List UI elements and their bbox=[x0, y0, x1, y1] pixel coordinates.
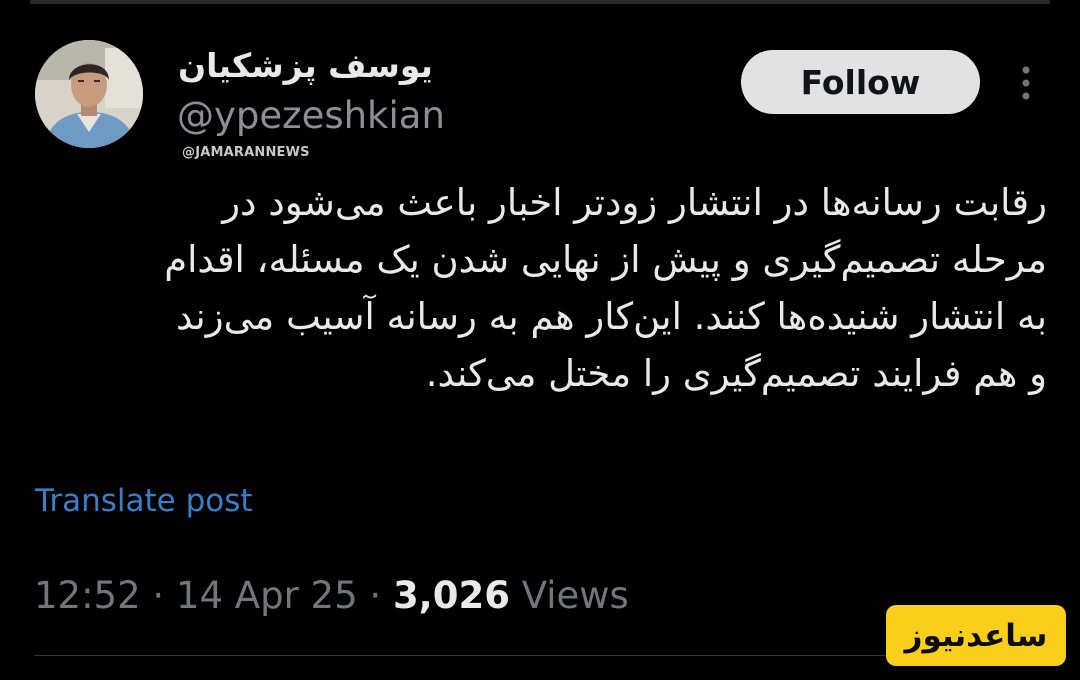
tweet-line: مرحله تصمیم‌گیری و پیش از نهایی شدن یک م… bbox=[164, 238, 1047, 281]
author-handle[interactable]: @ypezeshkian bbox=[177, 94, 445, 137]
news-logo-badge: ساعدنیوز bbox=[886, 605, 1066, 666]
avatar[interactable] bbox=[35, 40, 143, 148]
meta-separator: · bbox=[152, 574, 165, 617]
tweet-line: رقابت رسانه‌ها در انتشار زودتر اخبار باع… bbox=[222, 181, 1047, 224]
tweet-time[interactable]: 12:52 bbox=[34, 574, 141, 617]
more-vertical-icon[interactable] bbox=[1014, 64, 1038, 102]
tweet-line: و هم فرایند تصمیم‌گیری را مختل می‌کند. bbox=[425, 352, 1047, 395]
tweet-meta: 12:52 · 14 Apr 25 · 3,026 Views bbox=[34, 574, 629, 617]
follow-button[interactable]: Follow bbox=[741, 50, 980, 114]
tweet-line: به انتشار شنیده‌ها کنند. این‌کار هم به ر… bbox=[176, 295, 1047, 338]
news-logo-text: ساعدنیوز bbox=[904, 617, 1048, 654]
source-watermark: @JAMARANNEWS bbox=[182, 145, 310, 160]
translate-post-link[interactable]: Translate post bbox=[35, 483, 253, 519]
author-display-name[interactable]: یوسف پزشکیان bbox=[178, 46, 433, 85]
views-count: 3,026 bbox=[392, 574, 510, 617]
person-portrait-icon bbox=[35, 40, 143, 148]
views-label: Views bbox=[521, 574, 629, 617]
tweet-screenshot: یوسف پزشکیان @ypezeshkian @JAMARANNEWS F… bbox=[0, 0, 1080, 680]
top-divider bbox=[30, 0, 1050, 4]
tweet-date[interactable]: 14 Apr 25 bbox=[176, 574, 358, 617]
tweet-text: رقابت رسانه‌ها در انتشار زودتر اخبار باع… bbox=[30, 174, 1047, 402]
meta-separator: · bbox=[369, 574, 382, 617]
